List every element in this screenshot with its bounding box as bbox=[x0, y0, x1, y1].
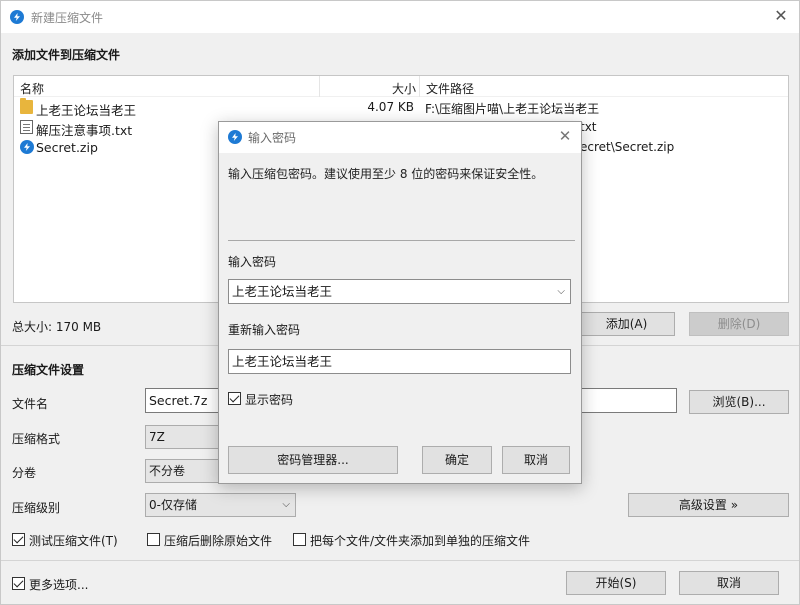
settings-section-title: 压缩文件设置 bbox=[12, 363, 85, 377]
file-size: 4.07 KB bbox=[367, 100, 414, 114]
text-file-icon bbox=[20, 120, 33, 134]
browse-button[interactable]: 浏览(B)... bbox=[689, 390, 789, 414]
app-logo-icon bbox=[228, 130, 242, 144]
total-size: 总大小: 170 MB bbox=[12, 320, 102, 334]
app-logo-icon bbox=[10, 10, 24, 24]
format-value: 7Z bbox=[149, 430, 165, 444]
file-name: 解压注意事项.txt bbox=[36, 123, 133, 138]
dialog-message: 输入压缩包密码。建议使用至少 8 位的密码来保证安全性。 bbox=[228, 167, 544, 181]
add-button[interactable]: 添加(A) bbox=[578, 312, 675, 336]
folder-icon bbox=[20, 98, 33, 114]
column-size-header[interactable]: 大小 bbox=[392, 80, 416, 97]
password-manager-button[interactable]: 密码管理器... bbox=[228, 446, 398, 474]
chevron-down-icon[interactable]: ⌵ bbox=[557, 280, 565, 303]
test-archive-label[interactable]: 测试压缩文件(T) bbox=[29, 532, 118, 549]
close-icon[interactable]: ✕ bbox=[557, 127, 573, 145]
window-title: 新建压缩文件 bbox=[31, 11, 104, 25]
cancel-button[interactable]: 取消 bbox=[679, 571, 779, 595]
show-password-checkbox[interactable] bbox=[228, 392, 241, 405]
delete-original-label[interactable]: 压缩后删除原始文件 bbox=[164, 532, 272, 549]
level-select[interactable]: 0-仅存储 ⌵ bbox=[145, 493, 296, 517]
chevron-down-icon: ⌵ bbox=[282, 499, 290, 510]
delete-original-checkbox[interactable] bbox=[147, 533, 160, 546]
column-name-header[interactable]: 名称 bbox=[20, 80, 44, 97]
file-path: ecret\Secret.zip bbox=[580, 140, 675, 154]
advanced-settings-button[interactable]: 高级设置 » bbox=[628, 493, 789, 517]
title-bar: 新建压缩文件 ✕ bbox=[1, 1, 799, 33]
file-row[interactable]: 上老王论坛当老王 4.07 KB F:\压缩图片喵\上老王论坛当老王 bbox=[14, 98, 788, 118]
separate-archives-checkbox[interactable] bbox=[293, 533, 306, 546]
confirm-password-label: 重新输入密码 bbox=[228, 323, 301, 337]
dialog-title-bar: 输入密码 ✕ bbox=[219, 122, 581, 153]
remove-button[interactable]: 删除(D) bbox=[689, 312, 789, 336]
add-section-title: 添加文件到压缩文件 bbox=[12, 48, 121, 62]
confirm-password-input[interactable]: 上老王论坛当老王 bbox=[228, 349, 571, 374]
dialog-title: 输入密码 bbox=[248, 131, 297, 145]
password-label: 输入密码 bbox=[228, 255, 277, 269]
show-password-label[interactable]: 显示密码 bbox=[245, 391, 293, 408]
password-value: 上老王论坛当老王 bbox=[232, 284, 333, 299]
test-archive-checkbox[interactable] bbox=[12, 533, 25, 546]
close-icon[interactable]: ✕ bbox=[773, 8, 789, 24]
format-label: 压缩格式 bbox=[12, 432, 61, 446]
volume-value: 不分卷 bbox=[149, 464, 186, 478]
file-name: 上老王论坛当老王 bbox=[36, 103, 137, 118]
level-value: 0-仅存储 bbox=[149, 498, 197, 512]
level-label: 压缩级别 bbox=[12, 501, 61, 515]
file-path: F:\压缩图片喵\上老王论坛当老王 bbox=[425, 102, 600, 116]
password-dialog: 输入密码 ✕ 输入压缩包密码。建议使用至少 8 位的密码来保证安全性。 输入密码… bbox=[218, 121, 582, 484]
zip-file-icon bbox=[20, 140, 34, 154]
password-input[interactable]: 上老王论坛当老王 ⌵ bbox=[228, 279, 571, 304]
column-path-header[interactable]: 文件路径 bbox=[426, 80, 474, 97]
ok-button[interactable]: 确定 bbox=[422, 446, 492, 474]
start-button[interactable]: 开始(S) bbox=[566, 571, 666, 595]
file-name: Secret.zip bbox=[36, 140, 98, 155]
separate-archives-label[interactable]: 把每个文件/文件夹添加到单独的压缩文件 bbox=[310, 532, 530, 549]
dialog-cancel-button[interactable]: 取消 bbox=[502, 446, 570, 474]
more-options-checkbox[interactable] bbox=[12, 577, 25, 590]
dialog-message-area: 输入压缩包密码。建议使用至少 8 位的密码来保证安全性。 bbox=[219, 153, 581, 241]
more-options-label[interactable]: 更多选项... bbox=[29, 576, 88, 593]
volume-label: 分卷 bbox=[12, 466, 37, 480]
file-path: txt bbox=[580, 120, 597, 134]
file-list-header: 名称 大小 文件路径 bbox=[14, 76, 788, 97]
filename-label: 文件名 bbox=[12, 397, 49, 411]
